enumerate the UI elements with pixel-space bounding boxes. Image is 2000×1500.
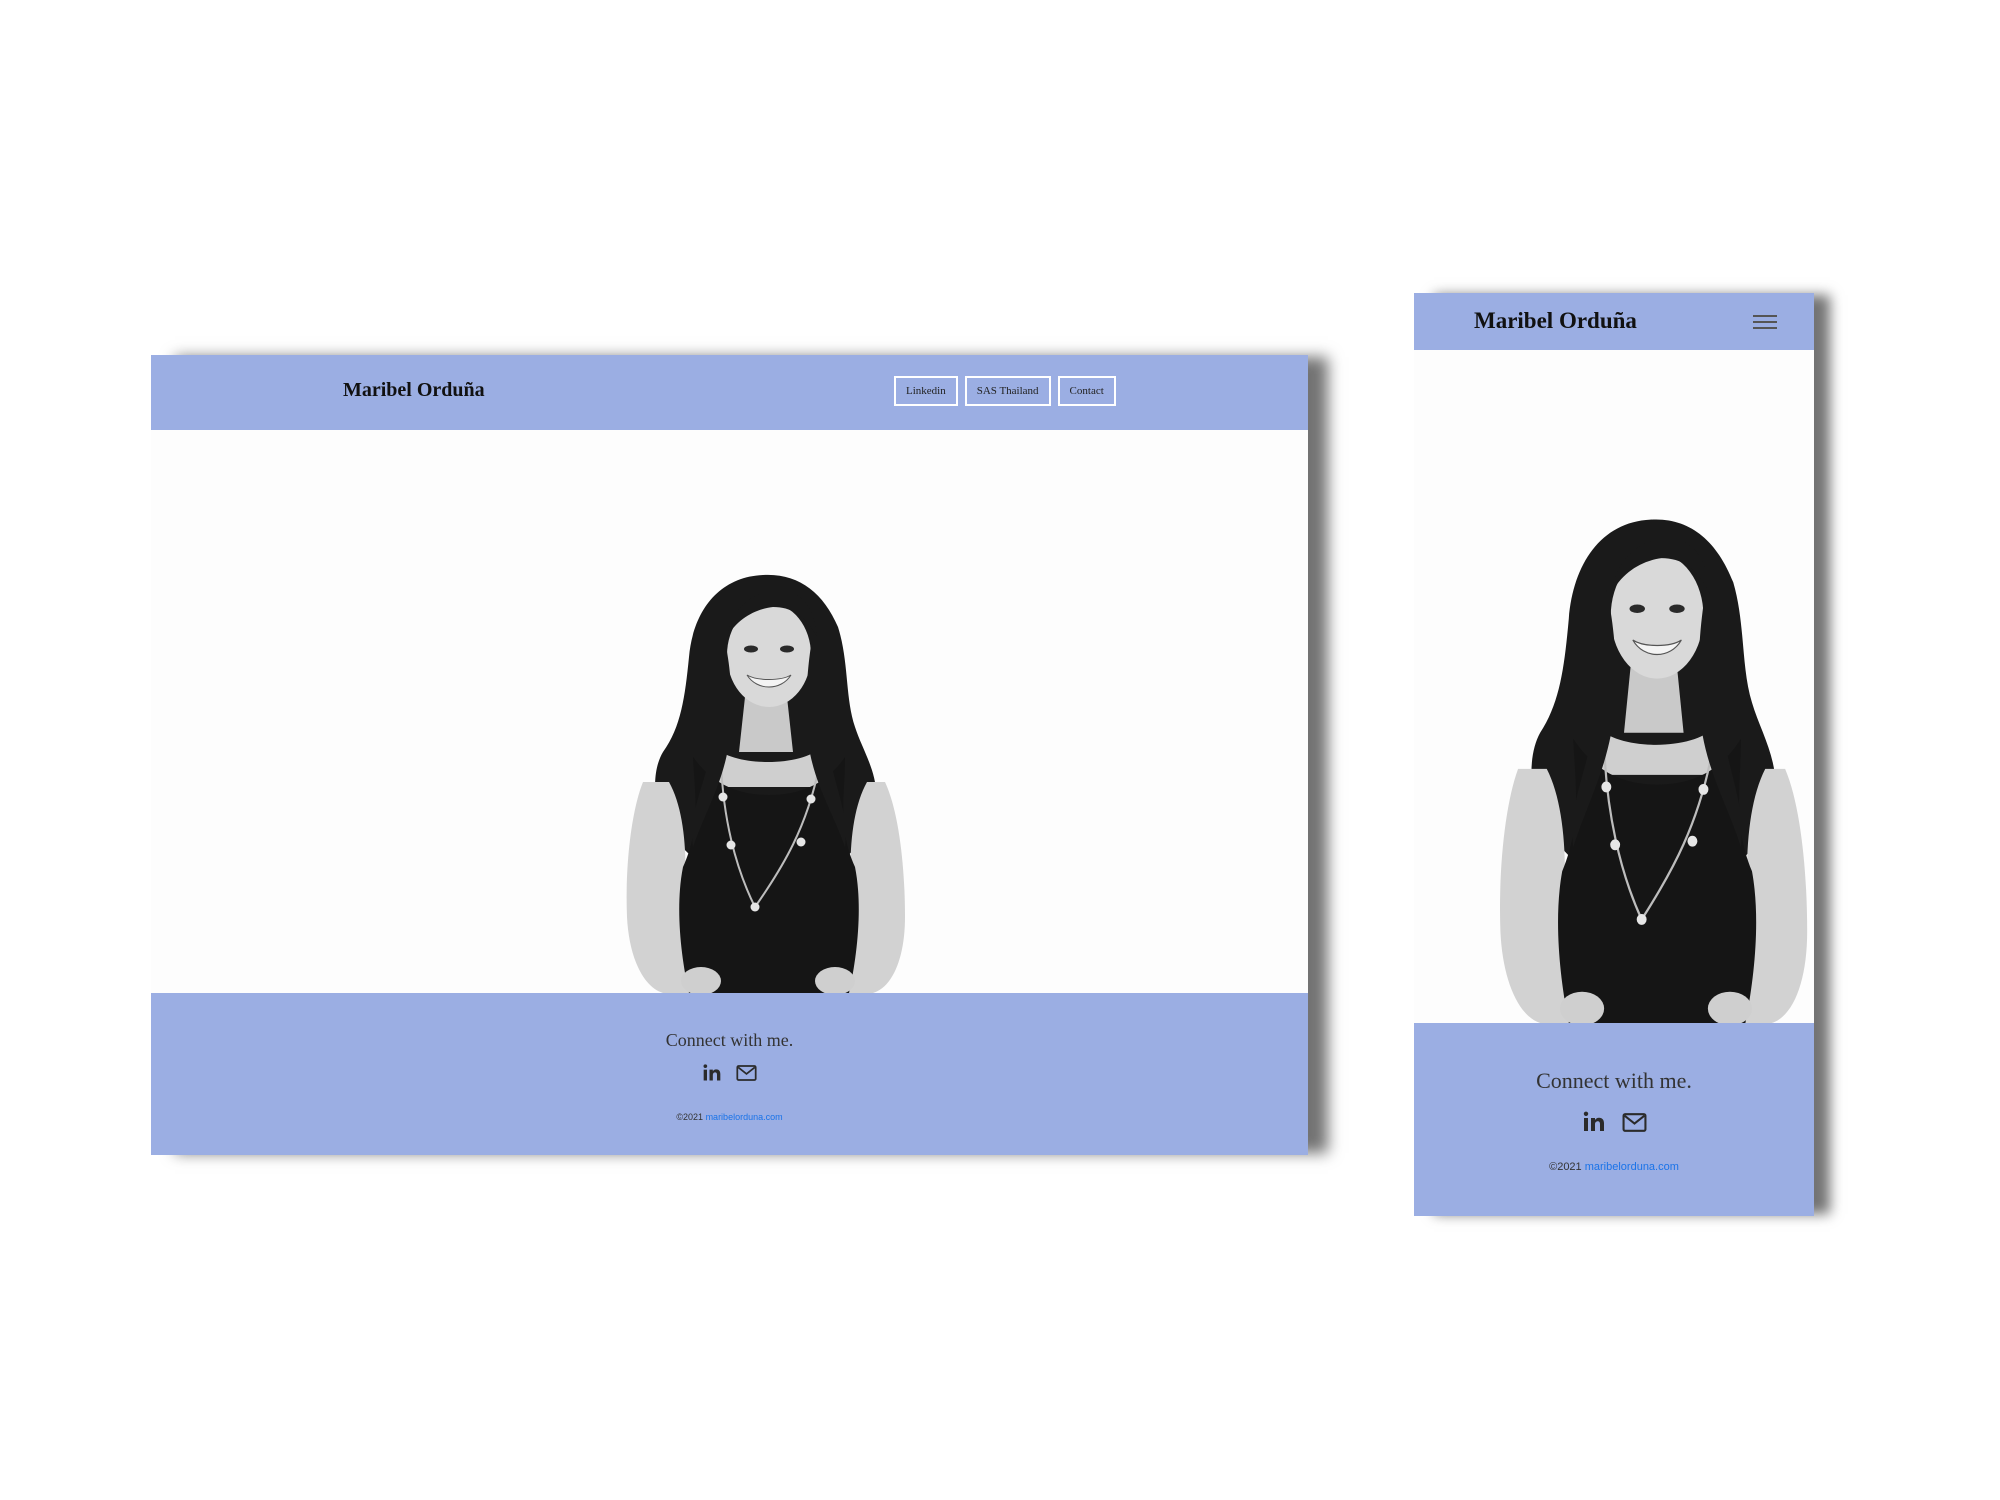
mobile-mockup: Maribel Orduña Connect with me. ©2021 ma… [1414,293,1814,1216]
hamburger-menu-icon[interactable] [1753,312,1777,332]
site-footer: Connect with me. ©2021 maribelorduna.com [151,993,1308,1155]
mobile-site-link[interactable]: maribelorduna.com [1585,1161,1679,1173]
mobile-site-footer: Connect with me. ©2021 maribelorduna.com [1414,1023,1814,1216]
connect-heading: Connect with me. [665,1030,794,1050]
copyright-text: ©2021 [676,1112,704,1122]
mail-icon[interactable] [736,1063,757,1083]
copyright-line: ©2021 maribelorduna.com [151,1112,1308,1122]
mobile-copyright-text: ©2021 [1549,1161,1582,1173]
nav-sas-thailand-button[interactable]: SAS Thailand [964,376,1051,406]
hero-section [151,430,1308,993]
nav-contact-button[interactable]: Contact [1057,376,1116,406]
mockup-stage: Maribel Orduña Linkedin SAS Thailand Con… [0,0,2000,1500]
mobile-site-title[interactable]: Maribel Orduña [1474,308,1637,334]
mobile-hero-section [1414,350,1814,1023]
mobile-copyright-line: ©2021 maribelorduna.com [1414,1161,1814,1173]
desktop-mockup: Maribel Orduña Linkedin SAS Thailand Con… [151,355,1308,1155]
linkedin-icon[interactable] [1582,1110,1606,1134]
mobile-profile-photo [1496,510,1814,1023]
mobile-site-header: Maribel Orduña [1414,293,1814,350]
mobile-connect-heading: Connect with me. [1536,1068,1692,1093]
mobile-social-links [1414,1110,1814,1134]
site-header: Maribel Orduña Linkedin SAS Thailand Con… [151,355,1308,430]
social-links [151,1063,1308,1083]
nav-menu: Linkedin SAS Thailand Contact [894,376,1116,406]
profile-photo [623,567,913,993]
site-link[interactable]: maribelorduna.com [706,1112,783,1122]
nav-linkedin-button[interactable]: Linkedin [894,376,958,406]
mail-icon[interactable] [1622,1110,1647,1134]
linkedin-icon[interactable] [702,1063,722,1083]
site-title[interactable]: Maribel Orduña [343,379,485,402]
